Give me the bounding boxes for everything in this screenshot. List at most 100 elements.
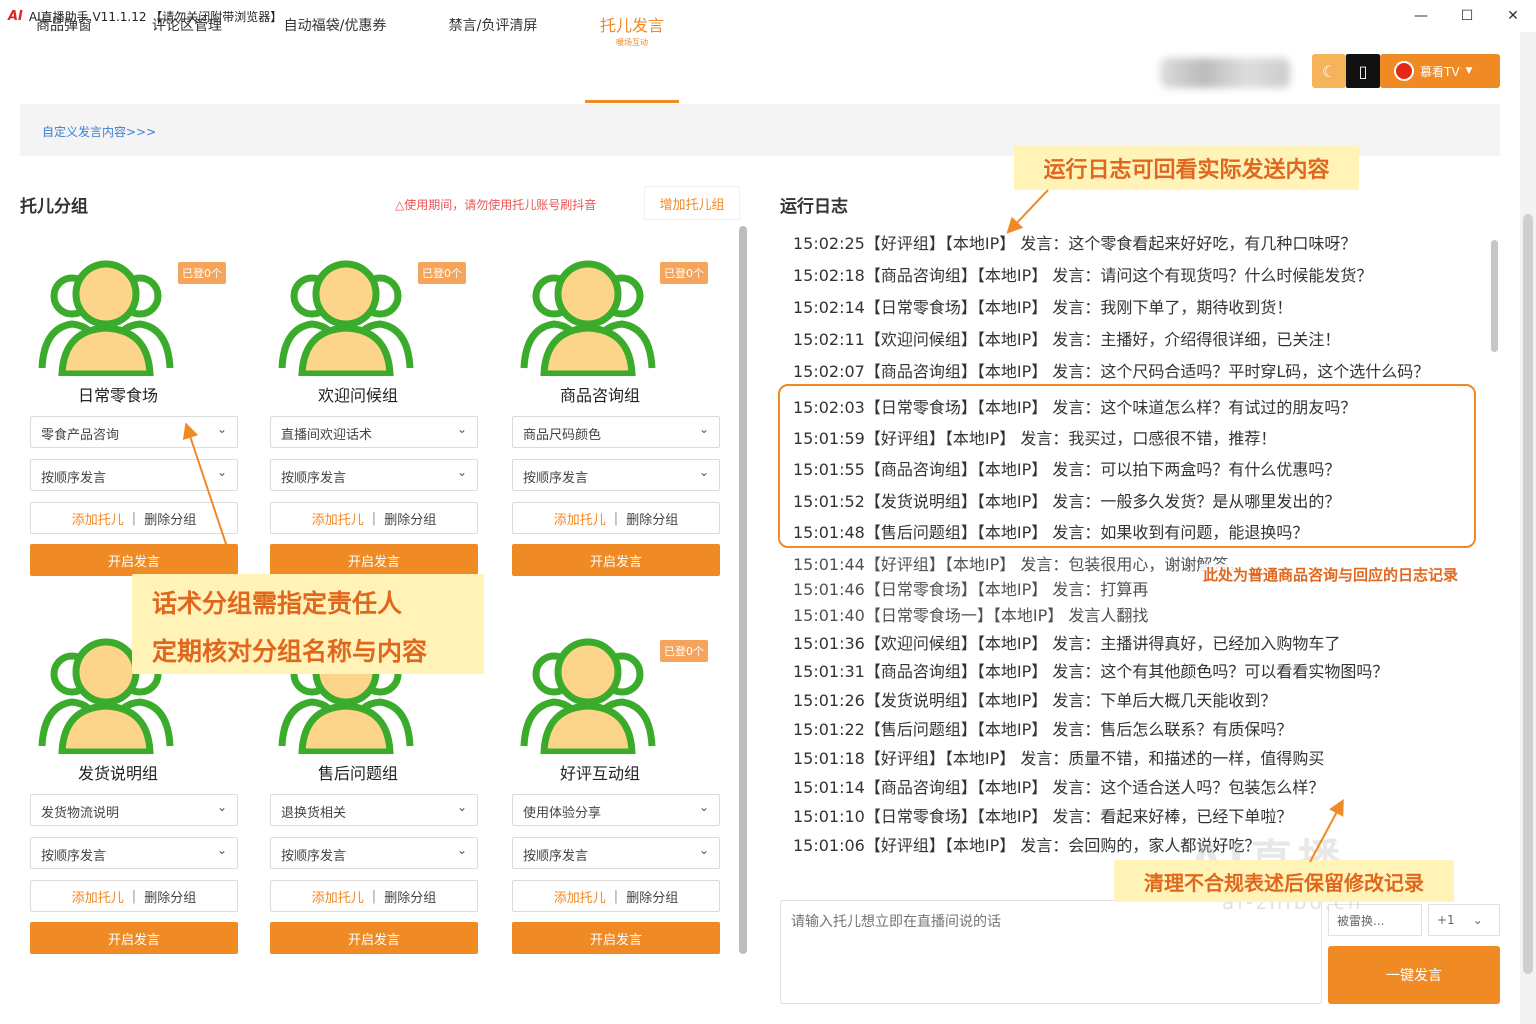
- start-speech-button[interactable]: 开启发言: [512, 544, 720, 576]
- log-line: 15:01:22【售后问题组】【本地IP】 发言：售后怎么联系？有质保吗？: [793, 720, 1293, 739]
- chevron-down-icon: ⌄: [216, 843, 227, 857]
- group-name: 欢迎问候组: [317, 386, 398, 405]
- tab-product-popup[interactable]: 商品弹窗: [34, 0, 94, 54]
- group-avatar-icon: [276, 256, 416, 378]
- script-select[interactable]: 商品尺码颜色 ⌄: [512, 416, 720, 448]
- add-shill-link[interactable]: 添加托儿: [554, 887, 606, 906]
- card-actions: 添加托儿 | 删除分组: [512, 502, 720, 534]
- action-divider: |: [371, 510, 377, 526]
- order-select[interactable]: 按顺序发言 ⌄: [512, 837, 720, 869]
- start-speech-button[interactable]: 开启发言: [30, 544, 238, 576]
- blurred-username: [1160, 58, 1290, 88]
- add-shill-link[interactable]: 添加托儿: [72, 887, 124, 906]
- log-line: 15:01:40【日常零食场一】【本地IP】 发言人翻找: [793, 606, 1149, 625]
- script-select[interactable]: 发货物流说明 ⌄: [30, 794, 238, 826]
- card-actions: 添加托儿 | 删除分组: [30, 502, 238, 534]
- log-line: 15:01:10【日常零食场】【本地IP】 发言：看起来好棒，已经下单啦？: [793, 807, 1293, 826]
- logged-in-badge: 已登0个: [418, 262, 466, 284]
- caret-down-icon: ▼: [1465, 66, 1473, 76]
- script-select[interactable]: 使用体验分享 ⌄: [512, 794, 720, 826]
- phone-button[interactable]: ▯: [1346, 54, 1380, 88]
- order-select[interactable]: 按顺序发言 ⌄: [270, 837, 478, 869]
- order-select[interactable]: 按顺序发言 ⌄: [30, 459, 238, 491]
- active-tab-underline: [585, 100, 679, 103]
- minimize-button[interactable]: —: [1398, 0, 1444, 32]
- add-shill-link[interactable]: 添加托儿: [554, 509, 606, 528]
- start-speech-button[interactable]: 开启发言: [512, 922, 720, 954]
- group-name: 售后问题组: [317, 764, 398, 783]
- moon-icon: ☾: [1321, 61, 1337, 81]
- title-bar: AI AI直播助手 V11.1.12 【请勿关闭附带浏览器】 — ☐ ✕: [0, 0, 1536, 32]
- app-logo: AI: [8, 8, 23, 24]
- chevron-down-icon: ⌄: [216, 465, 227, 479]
- group-avatar-icon: [518, 256, 658, 378]
- log-line: 15:01:44【好评组】【本地IP】 发言：包装很用心，谢谢解答，: [793, 555, 1245, 574]
- highlight-box: [778, 384, 1476, 548]
- chevron-down-icon: ⌄: [698, 843, 709, 857]
- start-speech-button[interactable]: 开启发言: [30, 922, 238, 954]
- chevron-down-icon: ⌄: [456, 465, 467, 479]
- action-divider: |: [131, 510, 137, 526]
- delete-group-link[interactable]: 删除分组: [144, 887, 196, 906]
- action-divider: |: [613, 888, 619, 904]
- chevron-down-icon: ⌄: [1472, 913, 1483, 927]
- log-scrollbar[interactable]: [1491, 240, 1498, 352]
- annotation-keep-record: 清理不合规表述后保留修改记录: [1114, 860, 1454, 902]
- page-scrollbar-thumb[interactable]: [1523, 214, 1533, 974]
- warning-text: △使用期间，请勿使用托儿账号刷抖音: [395, 198, 597, 212]
- script-select[interactable]: 零食产品咨询 ⌄: [30, 416, 238, 448]
- delete-group-link[interactable]: 删除分组: [626, 887, 678, 906]
- start-speech-button[interactable]: 开启发言: [270, 922, 478, 954]
- speech-input[interactable]: [781, 901, 1321, 1003]
- arrow-log-review: [1006, 189, 1049, 234]
- account-name: 慕看TV: [1420, 64, 1460, 79]
- logged-in-badge: 已登0个: [660, 262, 708, 284]
- log-line: 15:01:31【商品咨询组】【本地IP】 发言：这个有其他颜色吗？可以看看实物…: [793, 662, 1389, 681]
- group-name: 商品咨询组: [559, 386, 640, 405]
- delete-group-link[interactable]: 删除分组: [144, 509, 196, 528]
- logged-in-badge: 已登0个: [178, 262, 226, 284]
- log-line: 15:01:26【发货说明组】【本地IP】 发言：下单后大概几天能收到？: [793, 691, 1277, 710]
- tab-shill-speech[interactable]: 托儿发言 暖场互动: [590, 0, 674, 54]
- tab-auto-lucky-bag[interactable]: 自动福袋/优惠券: [282, 0, 388, 54]
- log-line: 15:02:14【日常零食场】【本地IP】 发言：我刚下单了，期待收到货！: [793, 298, 1293, 317]
- speech-input-area[interactable]: [780, 900, 1322, 1004]
- annotation-group-owner: 话术分组需指定责任人 定期核对分组名称与内容: [132, 574, 484, 674]
- script-select[interactable]: 退换货相关 ⌄: [270, 794, 478, 826]
- chevron-down-icon: ⌄: [456, 843, 467, 857]
- maximize-button[interactable]: ☐: [1444, 0, 1490, 32]
- account-dropdown[interactable]: 慕看TV ▼: [1380, 54, 1500, 88]
- tab-comment-management[interactable]: 评论区管理: [150, 0, 224, 54]
- one-click-send-button[interactable]: 一键发言: [1328, 946, 1500, 1004]
- group-avatar-icon: [518, 634, 658, 756]
- phone-icon: ▯: [1358, 61, 1368, 81]
- tab-subtitle: 暖场互动: [616, 38, 648, 47]
- delete-group-link[interactable]: 删除分组: [626, 509, 678, 528]
- count-select[interactable]: +1 ⌄: [1428, 904, 1500, 936]
- group-name: 好评互动组: [559, 764, 640, 783]
- order-select[interactable]: 按顺序发言 ⌄: [270, 459, 478, 491]
- tab-mute-clean[interactable]: 禁言/负评清屏: [446, 0, 540, 54]
- action-divider: |: [131, 888, 137, 904]
- log-line: 15:01:36【欢迎问候组】【本地IP】 发言：主播讲得真好，已经加入购物车了: [793, 634, 1341, 653]
- delete-group-link[interactable]: 删除分组: [384, 887, 436, 906]
- order-select[interactable]: 按顺序发言 ⌄: [512, 459, 720, 491]
- add-shill-link[interactable]: 添加托儿: [312, 509, 364, 528]
- theme-toggle-button[interactable]: ☾: [1312, 54, 1346, 88]
- order-select[interactable]: 按顺序发言 ⌄: [30, 837, 238, 869]
- custom-content-link[interactable]: 自定义发言内容>>>: [42, 123, 156, 140]
- log-line: 15:01:18【好评组】【本地IP】 发言：质量不错，和描述的一样，值得购买: [793, 749, 1325, 768]
- log-line: 15:01:46【日常零食场】【本地IP】 发言：打算再: [793, 580, 1149, 599]
- group-avatar-icon: [36, 256, 176, 378]
- add-shill-link[interactable]: 添加托儿: [72, 509, 124, 528]
- action-divider: |: [371, 888, 377, 904]
- close-button[interactable]: ✕: [1490, 0, 1536, 32]
- chevron-down-icon: ⌄: [698, 800, 709, 814]
- left-scrollbar[interactable]: [739, 226, 747, 954]
- add-shill-link[interactable]: 添加托儿: [312, 887, 364, 906]
- add-group-button[interactable]: 增加托儿组: [644, 186, 740, 220]
- script-select[interactable]: 直播间欢迎话术 ⌄: [270, 416, 478, 448]
- log-line: 15:01:14【商品咨询组】【本地IP】 发言：这个适合送人吗？包装怎么样？: [793, 778, 1325, 797]
- start-speech-button[interactable]: 开启发言: [270, 544, 478, 576]
- delete-group-link[interactable]: 删除分组: [384, 509, 436, 528]
